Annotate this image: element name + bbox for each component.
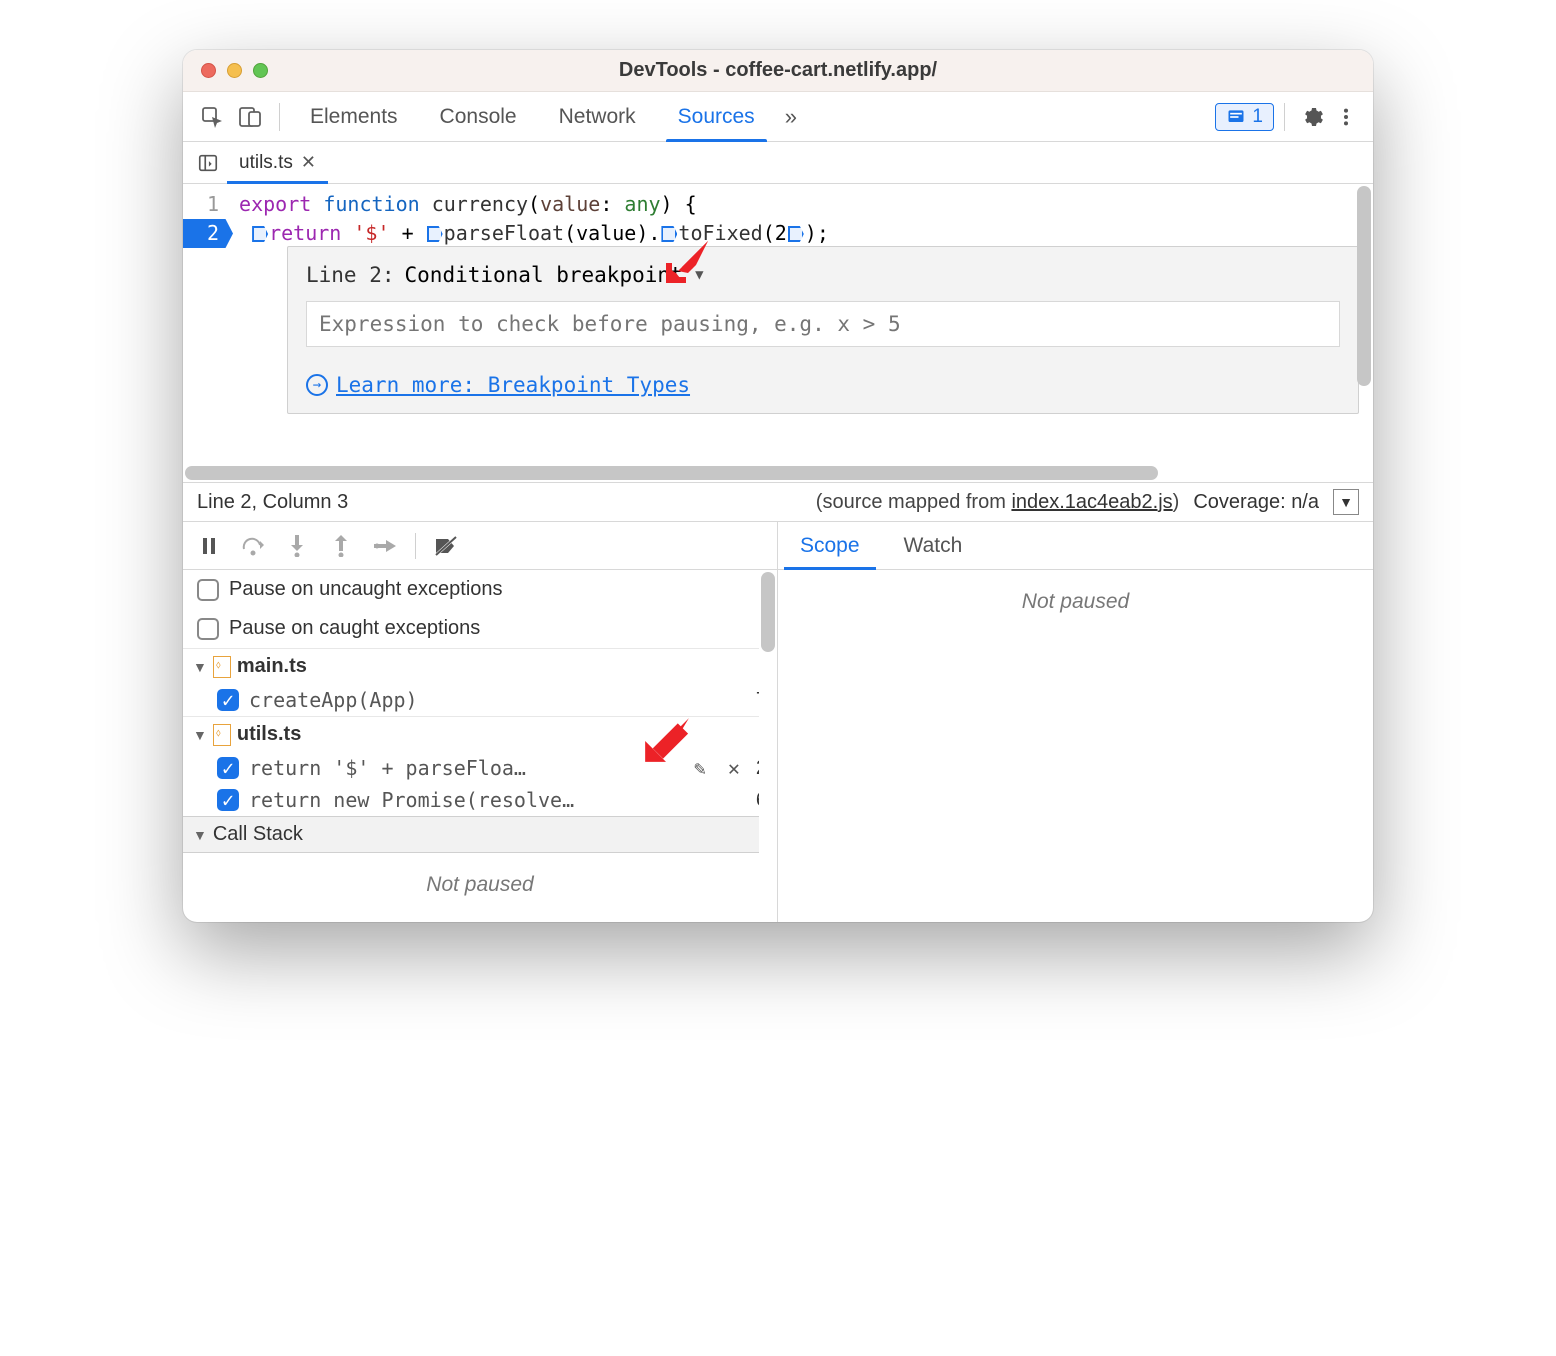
main-toolbar: Elements Console Network Sources » 1 bbox=[183, 92, 1373, 142]
gutter: 1 2 bbox=[183, 184, 227, 464]
edit-breakpoint-icon[interactable]: ✎ bbox=[688, 756, 712, 780]
inline-breakpoint-icon[interactable] bbox=[788, 226, 804, 242]
kebab-icon[interactable] bbox=[1329, 100, 1363, 134]
chevron-down-icon[interactable]: ▼ bbox=[1333, 489, 1359, 515]
deactivate-breakpoints-icon[interactable] bbox=[426, 526, 466, 566]
code-line-1: export function currency(value: any) { bbox=[227, 190, 1373, 219]
left-pane-scrollbar[interactable] bbox=[759, 570, 777, 922]
editor-h-scrollbar[interactable] bbox=[183, 464, 1373, 482]
cursor-position: Line 2, Column 3 bbox=[197, 491, 348, 514]
navigator-toggle-icon[interactable] bbox=[189, 152, 227, 174]
tab-watch[interactable]: Watch bbox=[882, 522, 985, 569]
step-out-icon[interactable] bbox=[321, 526, 361, 566]
pause-icon[interactable] bbox=[189, 526, 229, 566]
source-editor: 1 2 export function currency(value: any)… bbox=[183, 184, 1373, 464]
ts-file-icon bbox=[213, 724, 231, 746]
tab-sources[interactable]: Sources bbox=[658, 92, 775, 141]
checkbox-icon[interactable]: ✓ bbox=[217, 689, 239, 711]
minimize-icon[interactable] bbox=[227, 63, 242, 78]
more-tabs-icon[interactable]: » bbox=[775, 104, 807, 130]
pause-uncaught-row[interactable]: Pause on uncaught exceptions bbox=[183, 570, 777, 609]
maximize-icon[interactable] bbox=[253, 63, 268, 78]
code-line-2: return '$' + parseFloat(value).toFixed(2… bbox=[227, 219, 1373, 248]
scope-tabs: Scope Watch bbox=[778, 522, 1373, 570]
titlebar: DevTools - coffee-cart.netlify.app/ bbox=[183, 50, 1373, 92]
line-number-breakpoint[interactable]: 2 bbox=[183, 219, 233, 248]
checkbox-icon[interactable] bbox=[197, 579, 219, 601]
issues-badge[interactable]: 1 bbox=[1215, 103, 1274, 131]
debugger-toolbar bbox=[183, 522, 777, 570]
chevron-down-icon: ▼ bbox=[193, 827, 207, 843]
remove-breakpoint-icon[interactable]: ✕ bbox=[722, 756, 746, 780]
gear-icon[interactable] bbox=[1295, 100, 1329, 134]
tab-elements[interactable]: Elements bbox=[290, 92, 418, 141]
tab-network[interactable]: Network bbox=[539, 92, 656, 141]
breakpoint-entry[interactable]: ✓ return '$' + parseFloa… ✎ ✕ 2 bbox=[183, 752, 777, 784]
scope-pane: Scope Watch Not paused bbox=[778, 522, 1373, 922]
breakpoint-type-select[interactable]: Conditional breakpoint bbox=[405, 263, 704, 287]
breakpoint-entry[interactable]: ✓ return new Promise(resolve… 6 bbox=[183, 784, 777, 816]
callstack-not-paused: Not paused bbox=[183, 853, 777, 917]
checkbox-icon[interactable]: ✓ bbox=[217, 789, 239, 811]
link-arrow-icon: → bbox=[306, 374, 328, 396]
callstack-header[interactable]: ▼ Call Stack bbox=[183, 816, 777, 853]
inline-breakpoint-icon[interactable] bbox=[427, 226, 443, 242]
panel-tabs: Elements Console Network Sources bbox=[290, 92, 775, 141]
source-mapped-label: (source mapped from index.1ac4eab2.js) bbox=[816, 491, 1180, 514]
editor-scrollbar[interactable] bbox=[1355, 184, 1373, 464]
breakpoint-file-header[interactable]: ▼ main.ts bbox=[183, 648, 777, 684]
close-file-icon[interactable]: ✕ bbox=[301, 152, 316, 173]
ts-file-icon bbox=[213, 656, 231, 678]
chevron-down-icon: ▼ bbox=[193, 659, 207, 675]
scope-not-paused: Not paused bbox=[778, 570, 1373, 634]
learn-more-link[interactable]: Learn more: Breakpoint Types bbox=[336, 373, 690, 397]
tab-console[interactable]: Console bbox=[420, 92, 537, 141]
file-tab-row: utils.ts ✕ bbox=[183, 142, 1373, 184]
traffic-lights bbox=[183, 63, 268, 78]
inline-breakpoint-icon[interactable] bbox=[252, 226, 268, 242]
conditional-breakpoint-panel: Line 2: Conditional breakpoint → Learn m… bbox=[287, 246, 1359, 414]
status-bar: Line 2, Column 3 (source mapped from ind… bbox=[183, 482, 1373, 522]
coverage-label: Coverage: n/a bbox=[1193, 491, 1319, 514]
code-area[interactable]: export function currency(value: any) { r… bbox=[227, 184, 1373, 464]
step-into-icon[interactable] bbox=[277, 526, 317, 566]
checkbox-icon[interactable]: ✓ bbox=[217, 757, 239, 779]
inspect-icon[interactable] bbox=[193, 98, 231, 136]
chevron-down-icon: ▼ bbox=[193, 727, 207, 743]
breakpoints-pane: Pause on uncaught exceptions Pause on ca… bbox=[183, 522, 778, 922]
inline-breakpoint-icon[interactable] bbox=[661, 226, 677, 242]
device-toggle-icon[interactable] bbox=[231, 98, 269, 136]
close-icon[interactable] bbox=[201, 63, 216, 78]
issues-count: 1 bbox=[1252, 106, 1263, 128]
debugger-pane: Pause on uncaught exceptions Pause on ca… bbox=[183, 522, 1373, 922]
breakpoint-entry[interactable]: ✓ createApp(App) 7 bbox=[183, 684, 777, 716]
source-map-link[interactable]: index.1ac4eab2.js bbox=[1011, 491, 1172, 513]
breakpoint-file-header[interactable]: ▼ utils.ts bbox=[183, 716, 777, 752]
pause-caught-row[interactable]: Pause on caught exceptions bbox=[183, 609, 777, 648]
cb-line-label: Line 2: bbox=[306, 263, 395, 287]
checkbox-icon[interactable] bbox=[197, 618, 219, 640]
condition-input[interactable] bbox=[306, 301, 1340, 347]
line-number[interactable]: 1 bbox=[183, 190, 227, 219]
tab-scope[interactable]: Scope bbox=[778, 522, 882, 569]
file-tab-name: utils.ts bbox=[239, 152, 293, 174]
devtools-window: DevTools - coffee-cart.netlify.app/ Elem… bbox=[183, 50, 1373, 922]
step-over-icon[interactable] bbox=[233, 526, 273, 566]
file-tab-utils-ts[interactable]: utils.ts ✕ bbox=[227, 142, 328, 183]
step-icon[interactable] bbox=[365, 526, 405, 566]
window-title: DevTools - coffee-cart.netlify.app/ bbox=[183, 59, 1373, 82]
